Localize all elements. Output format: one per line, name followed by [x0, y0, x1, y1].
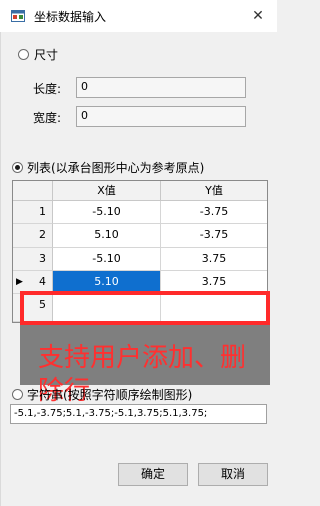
size-radio[interactable]: [18, 49, 29, 60]
title-bar: 坐标数据输入 ✕: [0, 0, 277, 32]
ok-button[interactable]: 确定: [118, 463, 188, 486]
length-label: 长度:: [33, 82, 62, 96]
column-header-y[interactable]: Y值: [161, 181, 267, 201]
cell-x[interactable]: -5.10: [53, 201, 161, 224]
coordinate-string-input[interactable]: -5.1,-3.75;5.1,-3.75;-5.1,3.75;5.1,3.75;: [10, 404, 267, 424]
row-header[interactable]: 2: [13, 224, 53, 248]
cell-x[interactable]: 5.10: [53, 224, 161, 248]
cell-y[interactable]: -3.75: [161, 201, 267, 224]
cell-y[interactable]: 3.75: [161, 248, 267, 271]
width-label: 宽度:: [33, 111, 62, 125]
list-radio[interactable]: [12, 162, 23, 173]
string-radio-label: 字符串(按照字符顺序绘制图形): [27, 388, 193, 402]
size-radio-label: 尺寸: [34, 48, 59, 62]
row-number: 4: [39, 275, 46, 288]
app-icon: [11, 10, 25, 22]
close-icon: ✕: [252, 8, 264, 24]
cell-y[interactable]: -3.75: [161, 224, 267, 248]
grid-corner: [13, 181, 53, 201]
window-title: 坐标数据输入: [34, 10, 107, 24]
annotation-highlight-box: [20, 291, 270, 325]
list-radio-label: 列表(以承台图形中心为参考原点): [27, 161, 205, 175]
length-input[interactable]: 0: [76, 77, 246, 98]
width-input[interactable]: 0: [76, 106, 246, 127]
string-radio[interactable]: [12, 389, 23, 400]
row-header[interactable]: 1: [13, 201, 53, 224]
close-button[interactable]: ✕: [246, 5, 270, 27]
row-header[interactable]: 3: [13, 248, 53, 271]
annotation-text-line1: 支持用户添加、删: [38, 343, 247, 373]
cell-x[interactable]: -5.10: [53, 248, 161, 271]
column-header-x[interactable]: X值: [53, 181, 161, 201]
current-row-icon: ▶: [16, 277, 23, 287]
cancel-button[interactable]: 取消: [198, 463, 268, 486]
